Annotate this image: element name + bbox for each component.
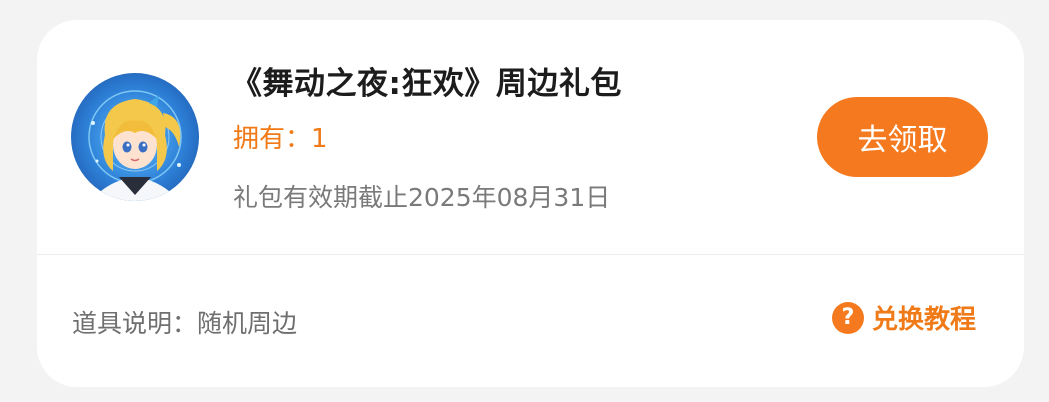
gift-title: 《舞动之夜:狂欢》周边礼包 — [231, 66, 622, 102]
validity-date: 礼包有效期截止2025年08月31日 — [233, 183, 611, 212]
owned-count: 拥有：1 — [233, 124, 328, 154]
item-description: 道具说明：随机周边 — [72, 309, 298, 338]
redeem-tutorial-link[interactable]: ? 兑换教程 — [832, 299, 976, 336]
redeem-tutorial-label: 兑换教程 — [872, 305, 977, 335]
gift-card: 《舞动之夜:狂欢》周边礼包 拥有：1 礼包有效期截止2025年08月31日 去领… — [37, 20, 1024, 387]
claim-button[interactable]: 去领取 — [817, 97, 988, 177]
gift-avatar — [71, 73, 199, 201]
divider — [37, 254, 1024, 255]
gift-info-section: 《舞动之夜:狂欢》周边礼包 拥有：1 礼包有效期截止2025年08月31日 去领… — [37, 20, 1024, 254]
anime-character-avatar-icon — [88, 90, 182, 201]
question-circle-icon: ? — [832, 301, 864, 334]
